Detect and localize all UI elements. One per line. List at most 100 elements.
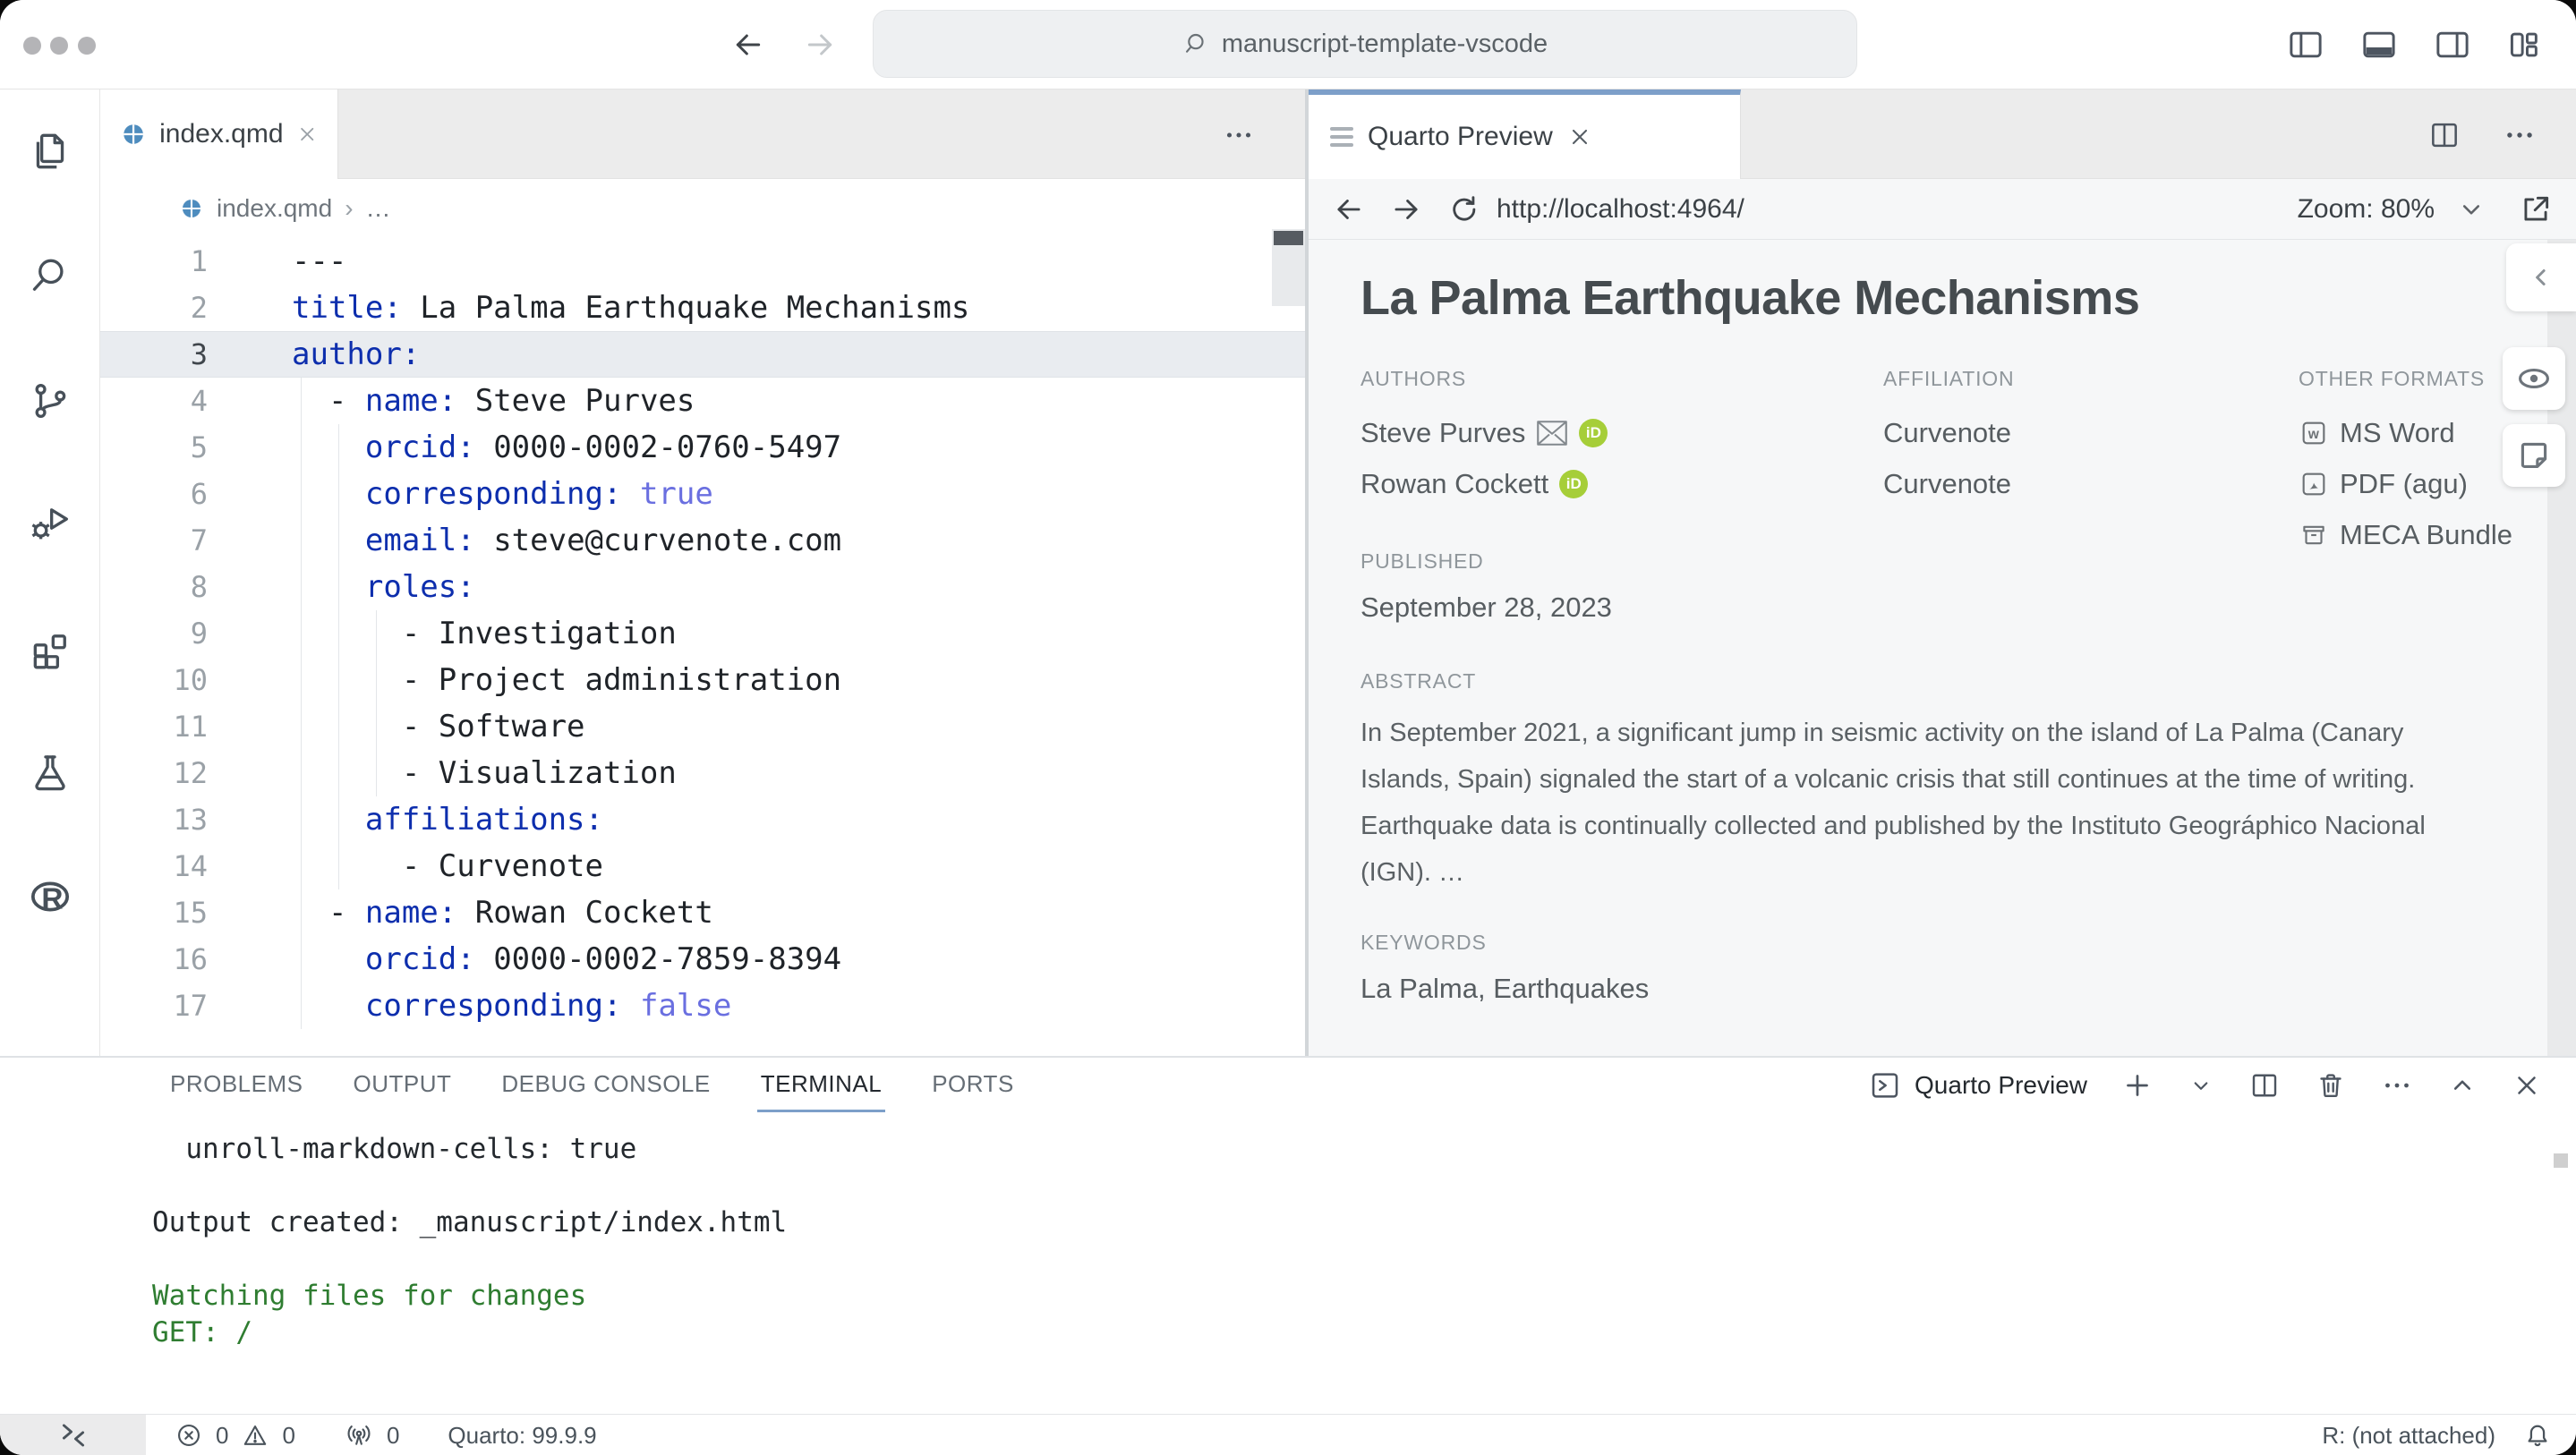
tab-debug-console[interactable]: DEBUG CONSOLE [501,1070,710,1112]
r-session-status[interactable]: R: (not attached) [2322,1422,2495,1450]
quarto-file-icon [120,120,147,149]
open-external-icon[interactable] [2519,192,2553,226]
split-editor-icon[interactable] [2427,118,2461,152]
terminal-process[interactable]: Quarto Preview [1868,1068,2087,1102]
terminal-icon [1868,1068,1902,1102]
breadcrumb[interactable]: index.qmd › … [100,179,1305,238]
ports-count[interactable]: 0 [387,1422,399,1450]
svg-text:R: R [41,882,63,915]
notifications-bell-icon[interactable] [2522,1420,2553,1451]
annotation-sidebar-toggle[interactable] [2506,243,2576,311]
editor-tabstrip: index.qmd [100,89,1305,179]
ports-forwarded-icon[interactable] [344,1420,374,1451]
vscode-window: manuscript-template-vscode [0,0,2576,1455]
terminal-scrollbar[interactable] [2554,1153,2568,1168]
terminal-line: Watching files for changes [152,1278,787,1315]
line-number: 3 [100,331,208,378]
preview-url[interactable]: http://localhost:4964/ [1497,194,1744,225]
author-row: Steve Purves iD [1361,407,1862,458]
panel-tabs: PROBLEMS OUTPUT DEBUG CONSOLE TERMINAL P… [170,1070,1014,1112]
errors-count[interactable]: 0 [216,1422,228,1450]
remote-indicator[interactable] [0,1415,146,1455]
orcid-icon[interactable]: iD [1559,470,1588,498]
source-control-icon[interactable] [28,379,73,423]
code-line: 12 - Visualization [100,750,1305,796]
window-control-dot[interactable] [50,37,68,55]
preview-document: La Palma Earthquake Mechanisms AUTHORS S… [1309,240,2576,1056]
r-language-icon[interactable]: R [28,874,73,919]
page-note-button[interactable] [2503,424,2565,487]
format-link[interactable]: MECA Bundle [2299,509,2567,560]
testing-icon[interactable] [28,750,73,795]
line-number: 14 [100,843,208,889]
code-line: 7 email: steve@curvenote.com [100,517,1305,564]
kill-terminal-icon[interactable] [2315,1069,2347,1102]
close-icon[interactable] [296,123,318,146]
chevron-down-icon[interactable] [2456,194,2486,225]
toggle-secondary-sidebar-icon[interactable] [2433,25,2472,64]
code-line: 1--- [100,238,1305,285]
preview-reload-icon[interactable] [1446,192,1480,226]
close-icon[interactable] [1567,124,1592,149]
tab-terminal[interactable]: TERMINAL [761,1070,882,1112]
run-debug-icon[interactable] [28,500,73,545]
more-editor-actions-icon[interactable] [1223,119,1255,151]
terminal-line: Output created: _manuscript/index.html [152,1204,787,1241]
warnings-count[interactable]: 0 [282,1422,294,1450]
line-number: 6 [100,471,208,517]
close-panel-icon[interactable] [2512,1070,2542,1101]
maximize-panel-icon[interactable] [2447,1070,2478,1101]
history-back-icon[interactable] [730,27,766,63]
tab-ports[interactable]: PORTS [932,1070,1014,1112]
line-number: 8 [100,564,208,610]
tab-quarto-preview[interactable]: Quarto Preview [1309,89,1741,179]
doc-title: La Palma Earthquake Mechanisms [1361,270,2139,326]
tab-output[interactable]: OUTPUT [354,1070,452,1112]
toggle-primary-sidebar-icon[interactable] [2286,25,2325,64]
line-number: 15 [100,889,208,936]
code-line: 6 corresponding: true [100,471,1305,517]
terminal-line [152,1241,787,1278]
search-sidebar-icon[interactable] [28,253,73,298]
quarto-version[interactable]: Quarto: 99.9.9 [448,1422,596,1450]
tab-problems[interactable]: PROBLEMS [170,1070,303,1112]
extensions-icon[interactable] [28,626,73,671]
terminal-output[interactable]: unroll-markdown-cells: true Output creat… [152,1131,787,1351]
editor-scrollbar-handle[interactable] [1274,231,1303,245]
code-line: 2title: La Palma Earthquake Mechanisms [100,285,1305,331]
line-number: 11 [100,703,208,750]
preview-back-icon[interactable] [1332,192,1366,226]
terminal-dropdown-icon[interactable] [2188,1072,2214,1099]
affiliation-column: AFFILIATION Curvenote Curvenote [1883,367,2259,509]
abstract-text: In September 2021, a significant jump in… [1361,710,2461,896]
panel-more-icon[interactable] [2381,1069,2413,1102]
panel-toolbar: Quarto Preview [1868,1068,2542,1102]
history-forward-icon[interactable] [802,27,838,63]
more-actions-icon[interactable] [2503,118,2537,152]
errors-icon[interactable] [175,1421,203,1450]
window-control-dot[interactable] [23,37,41,55]
bottom-panel: PROBLEMS OUTPUT DEBUG CONSOLE TERMINAL P… [0,1056,2576,1414]
email-icon[interactable] [1536,420,1568,447]
show-highlights-button[interactable] [2503,347,2565,410]
customize-layout-icon[interactable] [2506,25,2546,64]
tab-index-qmd[interactable]: index.qmd [100,89,338,179]
new-terminal-icon[interactable] [2121,1069,2154,1102]
breadcrumb-file[interactable]: index.qmd [217,194,332,223]
window-control-dot[interactable] [78,37,96,55]
pdf-icon [2299,469,2329,499]
toggle-panel-icon[interactable] [2359,25,2399,64]
code-editor[interactable]: 1--- 2title: La Palma Earthquake Mechani… [100,238,1305,1056]
orcid-icon[interactable]: iD [1579,419,1608,447]
breadcrumb-more[interactable]: … [366,194,391,223]
line-number: 5 [100,424,208,471]
command-center-search[interactable]: manuscript-template-vscode [873,10,1857,78]
preview-forward-icon[interactable] [1389,192,1423,226]
explorer-icon[interactable] [28,129,73,174]
remote-icon [58,1420,89,1451]
warnings-icon[interactable] [241,1421,269,1450]
tab-label: index.qmd [159,119,283,149]
split-terminal-icon[interactable] [2248,1069,2281,1102]
preview-zoom-label[interactable]: Zoom: 80% [2298,194,2435,225]
line-number: 12 [100,750,208,796]
